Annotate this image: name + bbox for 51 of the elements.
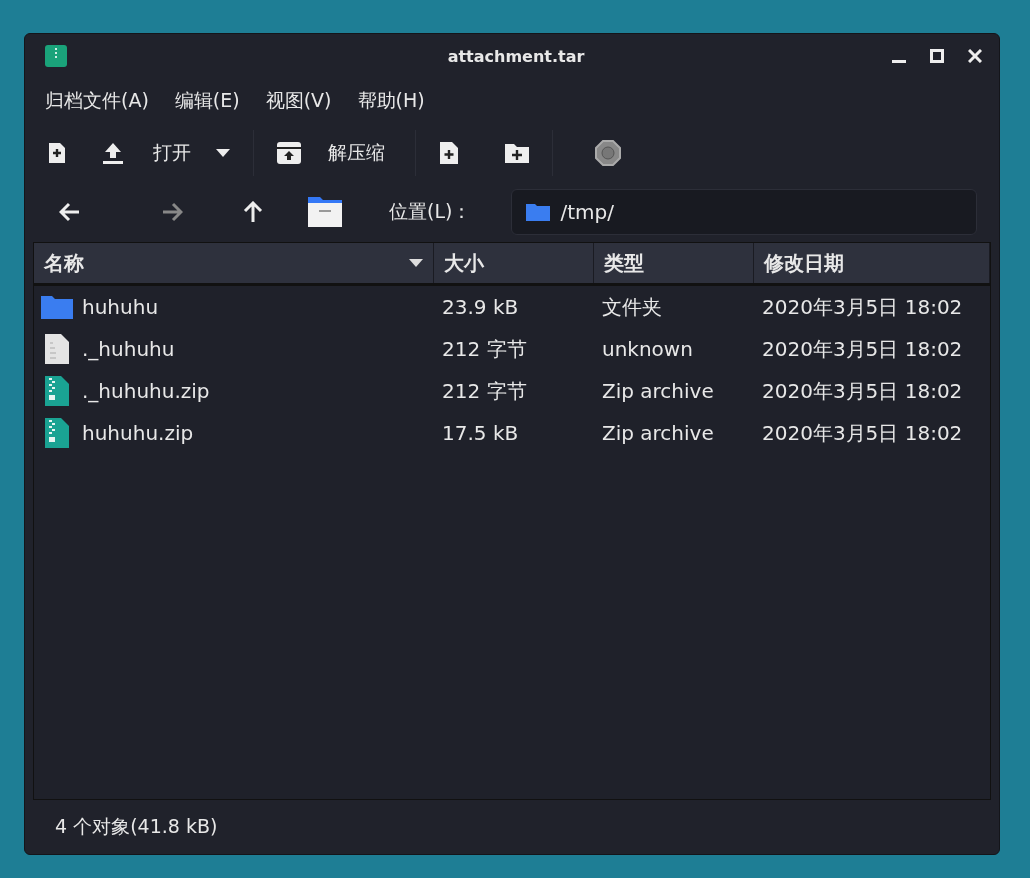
folder-icon bbox=[307, 196, 343, 228]
file-type: Zip archive bbox=[601, 379, 715, 403]
file-name[interactable]: huhuhu.zip bbox=[34, 417, 434, 449]
text-file-icon bbox=[44, 333, 70, 365]
file-size: 17.5 kB bbox=[441, 421, 520, 445]
file-type: Zip archive bbox=[601, 421, 715, 445]
menu-item[interactable]: 视图(V) bbox=[265, 88, 332, 114]
caret-icon bbox=[215, 148, 231, 158]
file-name[interactable]: ._huhuhu bbox=[34, 333, 434, 365]
file-type: 文件夹 bbox=[601, 293, 663, 321]
file-date: 2020年3月5日 18:02 bbox=[761, 419, 964, 447]
new-file-icon bbox=[47, 142, 67, 164]
close-icon bbox=[968, 49, 982, 63]
column-header[interactable]: 修改日期 bbox=[754, 243, 990, 283]
location-field[interactable]: /tmp/ bbox=[511, 189, 977, 235]
zip-file-icon bbox=[44, 375, 70, 407]
stop-icon bbox=[595, 140, 621, 166]
file-date: 2020年3月5日 18:02 bbox=[761, 335, 964, 363]
archive-icon bbox=[276, 141, 302, 165]
file-name[interactable]: huhuhu bbox=[34, 294, 434, 320]
column-header[interactable]: 大小 bbox=[434, 243, 594, 283]
app-icon bbox=[45, 45, 67, 67]
minimize-icon bbox=[892, 60, 906, 63]
column-header[interactable]: 类型 bbox=[594, 243, 754, 283]
file-size: 212 字节 bbox=[441, 377, 528, 405]
menu-item[interactable]: 编辑(E) bbox=[174, 88, 240, 114]
status-text: 4 个对象(41.8 kB) bbox=[55, 814, 218, 839]
file-size: 212 字节 bbox=[441, 335, 528, 363]
maximize-icon bbox=[930, 49, 944, 63]
up-arrow-icon bbox=[243, 201, 263, 223]
file-date: 2020年3月5日 18:02 bbox=[761, 377, 964, 405]
back-arrow-icon bbox=[59, 202, 81, 222]
open-button[interactable]: 打开 bbox=[89, 131, 203, 175]
add-file-icon bbox=[438, 141, 460, 165]
file-name[interactable]: ._huhuhu.zip bbox=[34, 375, 434, 407]
zip-file-icon bbox=[44, 417, 70, 449]
sort-caret-icon bbox=[409, 259, 423, 267]
forward-arrow-icon bbox=[161, 202, 183, 222]
extract-button[interactable]: 解压缩 bbox=[264, 131, 397, 175]
add-folder-icon bbox=[504, 142, 530, 164]
location-label: 位置(L)： bbox=[389, 199, 472, 224]
file-date: 2020年3月5日 18:02 bbox=[761, 293, 964, 321]
menu-item[interactable]: 帮助(H) bbox=[357, 88, 425, 114]
folder-icon bbox=[40, 294, 74, 320]
window-title: attachment.tar bbox=[447, 46, 585, 66]
column-header[interactable]: 名称 bbox=[34, 243, 434, 283]
file-size: 23.9 kB bbox=[441, 295, 520, 319]
file-type: unknown bbox=[601, 337, 694, 361]
menu-item[interactable]: 归档文件(A) bbox=[45, 88, 149, 114]
upload-icon bbox=[101, 141, 125, 165]
folder-icon bbox=[526, 203, 551, 221]
